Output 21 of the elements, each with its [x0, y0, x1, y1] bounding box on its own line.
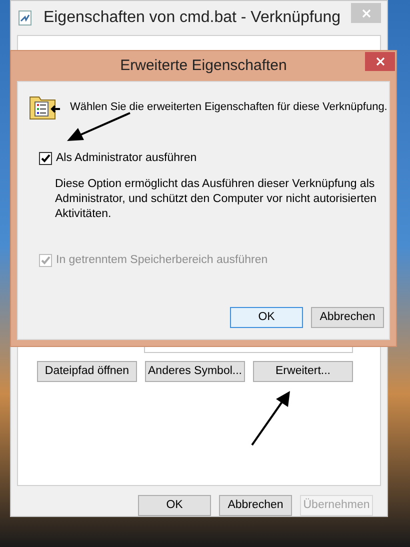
checkbox-label: Als Administrator ausführen: [56, 151, 197, 166]
intro-text: Wählen Sie die erweiterten Eigenschaften für diese Verknüpfung.: [70, 100, 388, 115]
arrow: [251, 391, 290, 446]
option-description: Diese Option ermöglicht das Ausführen dieser Verknüpfung als Administrator, und schützt den Computer vor nicht autorisierten Aktivitäten.: [55, 177, 378, 222]
arrow: [67, 112, 130, 141]
dialog-button[interactable]: Abbrechen: [311, 307, 384, 328]
close-icon: [362, 8, 370, 18]
action-button[interactable]: Erweitert...: [253, 361, 353, 382]
dialog-button[interactable]: OK: [230, 307, 303, 328]
close-icon: [376, 57, 384, 66]
checkbox-label: In getrenntem Speicherbereich ausführen: [56, 253, 268, 268]
footer-button[interactable]: OK: [138, 495, 211, 516]
window-title: Eigenschaften von cmd.bat - Verknüpfung: [42, 8, 342, 28]
dialog-title: Erweiterte Eigenschaften: [120, 56, 287, 76]
shortcut-file-icon: [17, 10, 33, 26]
checkbox[interactable]: [39, 152, 52, 166]
close-button[interactable]: [365, 52, 395, 71]
action-button[interactable]: Dateipfad öffnen: [37, 361, 137, 382]
footer-button[interactable]: Abbrechen: [219, 495, 292, 516]
action-button[interactable]: Anderes Symbol...: [145, 361, 245, 382]
folder-list-icon: [29, 94, 61, 120]
